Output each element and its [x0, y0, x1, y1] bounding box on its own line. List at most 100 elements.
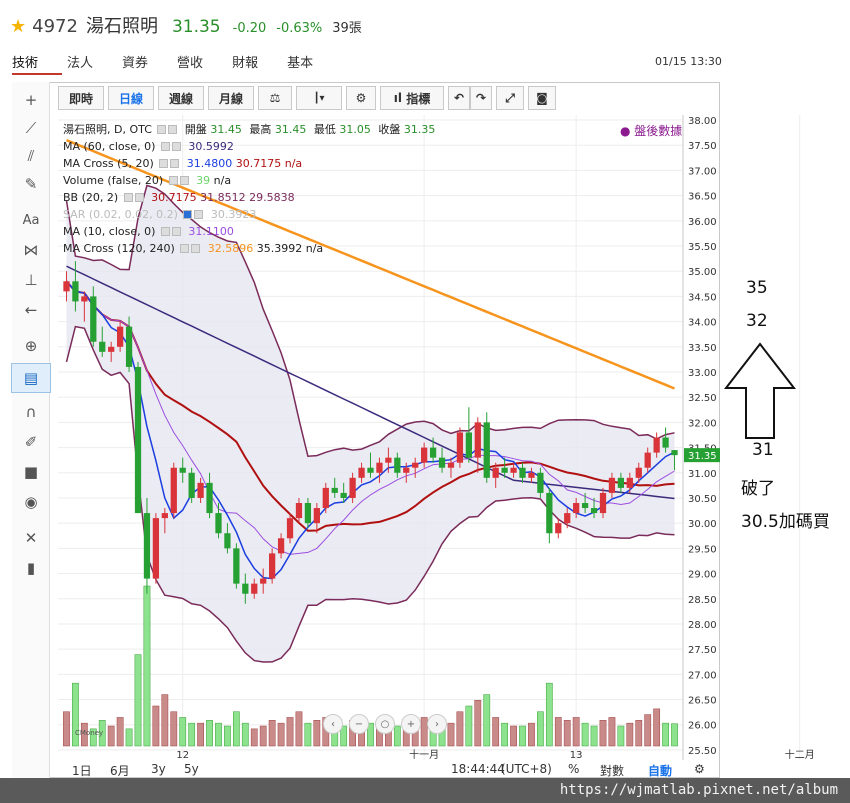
after-hours-indicator[interactable]: ● 盤後數據: [620, 122, 682, 139]
candle-body: [99, 341, 106, 352]
range-1d[interactable]: 1日: [72, 762, 92, 779]
legend-toggle-icon[interactable]: [168, 176, 178, 185]
candle-body: [376, 462, 383, 473]
legend-toggle-icon[interactable]: [157, 125, 167, 134]
candle-body: [269, 553, 276, 579]
legend-high: 31.45: [274, 123, 307, 136]
candle-body: [412, 462, 419, 468]
legend-ma60-value: 30.5992: [188, 140, 234, 153]
legend-settings-icon[interactable]: [168, 125, 178, 134]
legend-low-label: 最低: [313, 123, 336, 136]
candle-body: [304, 503, 312, 524]
volume-bar: [152, 705, 160, 747]
volume-bar: [161, 694, 169, 747]
volume-bar: [143, 585, 151, 747]
legend-volume: Volume (false, 20) 39 n/a: [63, 173, 231, 188]
reset-icon[interactable]: ○: [375, 714, 395, 734]
legend-volume-label: Volume (false, 20): [63, 174, 164, 187]
volume-bar: [563, 720, 571, 747]
candle-body: [474, 422, 481, 458]
zoom-in-small-icon[interactable]: +: [401, 714, 421, 734]
candle-body: [134, 366, 142, 514]
legend-close-icon[interactable]: [134, 193, 144, 202]
candle-body: [617, 477, 625, 488]
price-tick-label: 32.50: [688, 393, 717, 404]
bollinger-band-fill: [66, 185, 675, 662]
candle-body: [215, 513, 222, 534]
legend-close-icon[interactable]: [171, 142, 181, 151]
scroll-left-icon[interactable]: ‹: [323, 714, 343, 734]
legend-sar: SAR (0.02, 0.02, 0.2) 30.3923: [63, 207, 256, 222]
price-tick-label: 25.50: [688, 746, 717, 757]
candle-body: [555, 523, 562, 534]
volume-bar: [510, 725, 517, 747]
legend-macross2-v2: 35.3992 n/a: [256, 242, 324, 255]
legend-toggle-icon[interactable]: [160, 227, 170, 236]
candle-body: [564, 513, 571, 524]
volume-bar: [241, 722, 249, 747]
zoom-out-icon[interactable]: −: [349, 714, 369, 734]
legend-toggle-icon[interactable]: [183, 210, 193, 219]
candle-body: [340, 492, 347, 498]
price-tick-label: 34.00: [688, 318, 717, 329]
volume-bar: [501, 722, 509, 747]
volume-bar: [456, 711, 464, 747]
volume-bar: [590, 725, 598, 747]
volume-bar: [134, 654, 142, 747]
legend-toggle-icon[interactable]: [123, 193, 133, 202]
legend-main-label: 湯石照明, D, OTC: [63, 123, 152, 136]
candle-body: [501, 467, 508, 473]
candle-body: [197, 482, 204, 498]
volume-bar: [393, 725, 401, 747]
candle-body: [108, 346, 115, 352]
range-3y[interactable]: 3y: [151, 762, 166, 776]
legend-close-icon[interactable]: [171, 227, 181, 236]
volume-bar: [626, 722, 634, 747]
legend-close-icon[interactable]: [191, 244, 201, 253]
candle-body: [161, 513, 168, 519]
legend-toggle-icon[interactable]: [160, 142, 170, 151]
candle-body: [581, 503, 589, 509]
volume-bar: [277, 722, 285, 747]
candle-body: [671, 450, 678, 456]
volume-bar: [268, 720, 276, 747]
volume-bar: [635, 720, 643, 747]
candle-body: [313, 508, 320, 524]
volume-bar: [474, 700, 482, 747]
volume-bar: [179, 717, 187, 747]
scale-settings-icon[interactable]: ⚙: [694, 762, 705, 776]
candle-body: [188, 472, 195, 498]
percent-toggle[interactable]: %: [568, 762, 579, 776]
log-toggle[interactable]: 對數: [600, 762, 624, 779]
legend-ma60-label: MA (60, close, 0): [63, 140, 156, 153]
legend-close-icon[interactable]: [194, 210, 204, 219]
volume-bar: [483, 694, 491, 747]
range-6m[interactable]: 6月: [110, 762, 130, 779]
legend-close-icon[interactable]: [170, 159, 180, 168]
candle-body: [143, 513, 151, 579]
price-tick-label: 28.50: [688, 595, 717, 606]
range-5y[interactable]: 5y: [184, 762, 199, 776]
candle-body: [573, 503, 580, 514]
legend-close-icon[interactable]: [179, 176, 189, 185]
legend-open-label: 開盤: [184, 123, 207, 136]
legend-sar-label: SAR (0.02, 0.02, 0.2): [63, 208, 178, 221]
volume-bar: [170, 711, 178, 747]
candlestick-chart[interactable]: 38.00 37.50 37.00 36.50 36.00 35.50 35.00 34.50…: [0, 0, 850, 803]
legend-toggle-icon[interactable]: [159, 159, 169, 168]
volume-bar: [259, 725, 267, 747]
candle-body: [367, 467, 374, 473]
legend-toggle-icon[interactable]: [180, 244, 190, 253]
candle-body: [286, 518, 294, 539]
volume-bar: [116, 717, 124, 747]
volume-bar: [313, 720, 321, 747]
volume-bar: [197, 722, 204, 747]
auto-toggle[interactable]: 自動: [648, 762, 672, 779]
legend-macross-label: MA Cross (5, 20): [63, 157, 154, 170]
date-tick-label: 12: [176, 750, 189, 761]
scroll-right-icon[interactable]: ›: [427, 714, 447, 734]
volume-bar: [608, 717, 616, 747]
price-tick-label: 30.00: [688, 519, 717, 530]
volume-bar: [63, 711, 70, 747]
legend-ma10: MA (10, close, 0) 31.1100: [63, 224, 234, 239]
